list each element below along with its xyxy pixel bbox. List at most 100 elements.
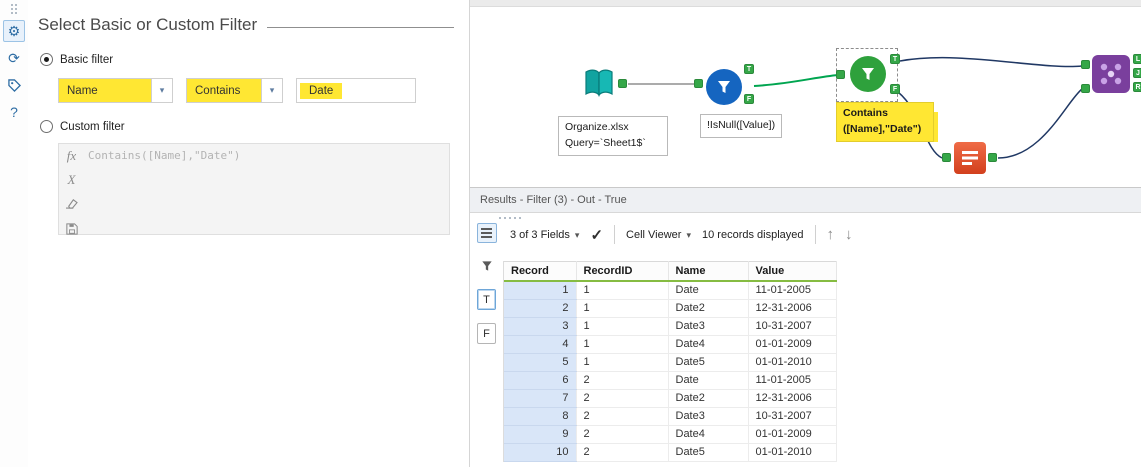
table-cell: 1 [576, 317, 669, 336]
variable-x-icon[interactable]: X [68, 172, 76, 188]
filter1-false-anchor[interactable]: F [744, 94, 754, 104]
input-output-anchor[interactable] [618, 79, 627, 88]
table-cell: 2 [576, 407, 669, 426]
join-output-r-anchor[interactable]: R [1133, 82, 1141, 92]
custom-filter-radio[interactable] [40, 120, 53, 133]
grid-view-icon[interactable] [476, 223, 497, 243]
table-row[interactable]: 5 1 Date5 01-01-2010 [504, 353, 837, 372]
filter-tool-isnull[interactable] [706, 69, 742, 105]
configuration-gear-icon[interactable]: ⚙ [3, 20, 25, 42]
table-cell: 10 [504, 443, 577, 462]
filter1-input-anchor[interactable] [694, 79, 703, 88]
false-output-button[interactable]: F [477, 323, 496, 344]
table-cell: 01-01-2010 [748, 443, 837, 462]
expression-input[interactable]: Contains([Name],"Date") [84, 144, 449, 234]
filter1-label: !IsNull([Value]) [700, 114, 783, 138]
join-tool[interactable] [1092, 55, 1130, 93]
toolbar-separator [614, 225, 616, 244]
basic-filter-label: Basic filter [60, 53, 114, 66]
table-row[interactable]: 9 2 Date4 01-01-2009 [504, 425, 837, 444]
join-input-right-anchor[interactable] [1081, 84, 1090, 93]
table-row[interactable]: 4 1 Date4 01-01-2009 [504, 335, 837, 354]
join-output-j-anchor[interactable]: J [1133, 68, 1141, 78]
table-row[interactable]: 1 1 Date 11-01-2005 [504, 281, 837, 300]
table-row[interactable]: 10 2 Date5 01-01-2010 [504, 443, 837, 462]
redtool-input-anchor[interactable] [942, 153, 951, 162]
tag-icon[interactable] [3, 74, 25, 96]
table-row[interactable]: 6 2 Date 11-01-2005 [504, 371, 837, 390]
table-cell: 2 [576, 389, 669, 408]
filter-configuration-panel: Select Basic or Custom Filter Basic filt… [28, 0, 468, 467]
field-dropdown[interactable]: Name ▾ [58, 78, 173, 103]
results-drag-handle[interactable] [499, 217, 521, 219]
rail-drag-handle[interactable] [0, 3, 28, 15]
arrow-up-icon[interactable]: ↑ [827, 226, 835, 243]
join-input-left-anchor[interactable] [1081, 60, 1090, 69]
table-cell: 2 [576, 371, 669, 390]
fields-dropdown[interactable]: 3 of 3 Fields ▾ [510, 229, 579, 241]
table-row[interactable]: 8 2 Date3 10-31-2007 [504, 407, 837, 426]
cell-viewer-label: Cell Viewer [626, 228, 682, 241]
value-input[interactable]: Date [296, 78, 416, 103]
table-cell: Date2 [668, 299, 749, 318]
funnel-icon[interactable] [477, 256, 497, 276]
column-header-record[interactable]: Record [504, 261, 577, 282]
basic-filter-radio[interactable] [40, 53, 53, 66]
results-table: Record RecordID Name Value 1 1 Date 11-01-2… [503, 261, 837, 462]
results-table-body: 1 1 Date 11-01-2005 2 1 Date2 12-31-2006 3 1 Date3… [504, 281, 837, 462]
chevron-down-icon[interactable]: ▾ [261, 79, 282, 102]
column-header-name[interactable]: Name [668, 261, 749, 282]
column-header-recordid[interactable]: RecordID [576, 261, 669, 282]
input-tool-label: Organize.xlsx Query=`Sheet1$` [558, 116, 668, 156]
connection-wires [628, 56, 1083, 159]
table-rows-icon [962, 151, 978, 165]
input-data-tool[interactable] [582, 66, 616, 105]
table-cell: 01-01-2009 [748, 335, 837, 354]
filter2-true-anchor[interactable]: T [890, 54, 900, 64]
input-book-icon [585, 69, 613, 97]
table-row[interactable]: 3 1 Date3 10-31-2007 [504, 317, 837, 336]
eraser-icon[interactable] [65, 196, 78, 214]
join-output-l-anchor[interactable]: L [1133, 54, 1141, 64]
table-cell: Date [668, 281, 749, 300]
operator-dropdown[interactable]: Contains ▾ [186, 78, 283, 103]
table-cell: 4 [504, 335, 577, 354]
fx-icon[interactable]: fx [67, 148, 76, 164]
table-cell: Date3 [668, 407, 749, 426]
cell-viewer-dropdown[interactable]: Cell Viewer ▾ [626, 229, 691, 241]
table-cell: 01-01-2010 [748, 353, 837, 372]
filter2-input-anchor[interactable] [836, 70, 845, 79]
data-tool-red[interactable] [954, 142, 986, 174]
table-cell: 2 [576, 425, 669, 444]
filter2-label: Contains ([Name],"Date") [836, 102, 934, 142]
table-cell: 5 [504, 353, 577, 372]
column-header-value[interactable]: Value [748, 261, 837, 282]
chevron-down-icon[interactable]: ▾ [151, 79, 172, 102]
results-panel: Results - Filter (3) - Out - True 3 of 3… [469, 187, 1141, 467]
filter1-true-anchor[interactable]: T [744, 64, 754, 74]
table-cell: Date [668, 371, 749, 390]
table-cell: Date3 [668, 317, 749, 336]
table-cell: 10-31-2007 [748, 407, 837, 426]
table-cell: 6 [504, 371, 577, 390]
config-side-rail: ⚙ ⟳ ? [0, 0, 28, 467]
table-cell: 1 [576, 281, 669, 300]
arrow-down-icon[interactable]: ↓ [845, 226, 853, 243]
table-cell: 1 [576, 335, 669, 354]
table-cell: 2 [576, 443, 669, 462]
save-icon[interactable] [65, 222, 78, 240]
redtool-output-anchor[interactable] [988, 153, 997, 162]
chevron-down-icon: ▾ [686, 229, 691, 240]
help-icon[interactable]: ? [3, 101, 25, 123]
funnel-icon [718, 81, 730, 93]
workflow-canvas[interactable]: Organize.xlsx Query=`Sheet1$` T F !IsNul… [469, 0, 1141, 187]
apply-check-icon[interactable]: ✓ [590, 226, 603, 244]
refresh-icon[interactable]: ⟳ [3, 47, 25, 69]
table-cell: 2 [504, 299, 577, 318]
table-cell: 12-31-2006 [748, 389, 837, 408]
table-row[interactable]: 7 2 Date2 12-31-2006 [504, 389, 837, 408]
filter2-false-anchor[interactable]: F [890, 84, 900, 94]
true-output-button[interactable]: T [477, 289, 496, 310]
filter-tool-contains[interactable] [850, 56, 886, 92]
table-row[interactable]: 2 1 Date2 12-31-2006 [504, 299, 837, 318]
